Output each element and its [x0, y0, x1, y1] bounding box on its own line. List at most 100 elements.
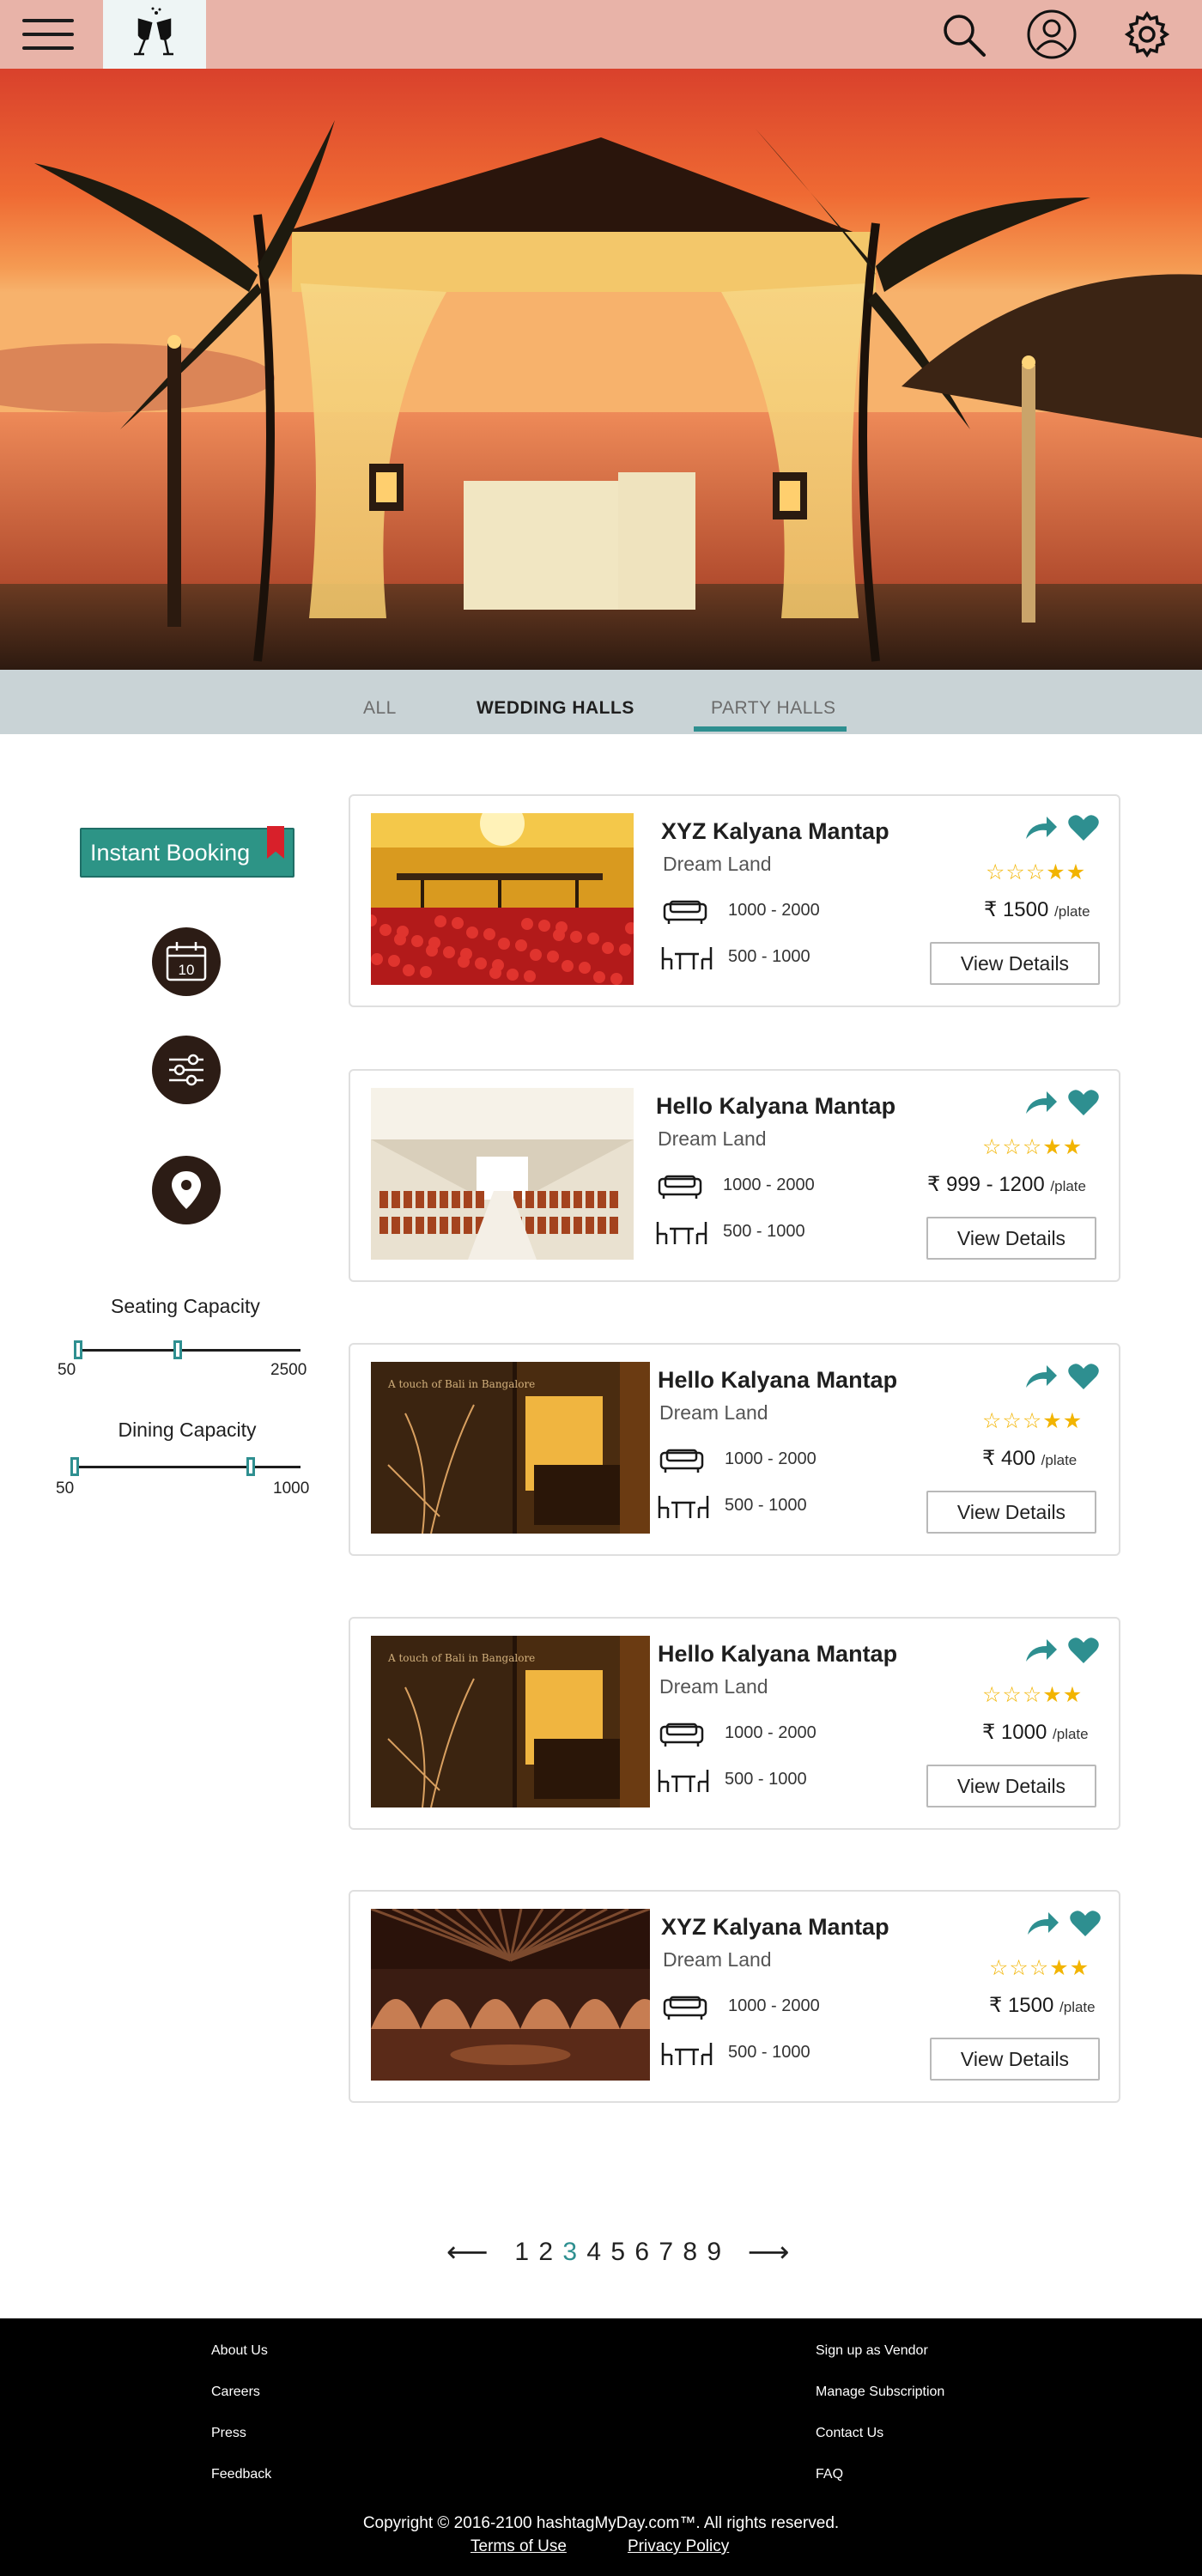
footer-link-feedback[interactable]: Feedback	[211, 2467, 271, 2482]
seating-capacity-value: 1000 - 2000	[725, 1723, 817, 1742]
venue-thumbnail-image[interactable]	[371, 813, 634, 985]
terms-of-use-link[interactable]: Terms of Use	[470, 2537, 567, 2556]
location-pin-icon[interactable]	[152, 1156, 221, 1224]
page-9[interactable]: 9	[707, 2238, 722, 2267]
share-icon[interactable]	[1024, 1637, 1059, 1665]
tab-party-halls[interactable]: PARTY HALLS	[711, 670, 836, 734]
heart-favorite-icon[interactable]	[1067, 813, 1100, 844]
dining-slider-min-handle[interactable]	[70, 1457, 79, 1476]
top-bar	[0, 0, 1202, 69]
instant-booking-button[interactable]: Instant Booking	[80, 826, 294, 878]
share-icon[interactable]	[1024, 815, 1059, 842]
footer-link-vendor-signup[interactable]: Sign up as Vendor	[816, 2343, 928, 2359]
arrow-left-icon[interactable]: ⟵	[446, 2235, 489, 2269]
dining-table-icon	[656, 1220, 707, 1250]
venue-thumbnail-image[interactable]: A touch of Bali in Bangalore	[371, 1636, 650, 1807]
footer-link-faq[interactable]: FAQ	[816, 2467, 843, 2482]
venue-name[interactable]: XYZ Kalyana Mantap	[661, 1914, 889, 1941]
venue-name[interactable]: Hello Kalyana Mantap	[658, 1641, 897, 1668]
listing-card[interactable]: A touch of Bali in Bangalore Hello Kalya…	[349, 1343, 1120, 1556]
rupee-symbol: ₹	[927, 1173, 941, 1196]
price: ₹ 1500 /plate	[989, 1993, 1096, 2018]
calendar-icon[interactable]: 10	[152, 927, 221, 996]
venue-thumbnail-image[interactable]	[371, 1909, 650, 2081]
venue-name[interactable]: Hello Kalyana Mantap	[656, 1093, 895, 1120]
footer-link-contact[interactable]: Contact Us	[816, 2426, 883, 2441]
view-details-button[interactable]: View Details	[926, 1765, 1096, 1807]
star-outline-icon: ☆	[986, 860, 1006, 884]
gear-icon[interactable]	[1120, 7, 1175, 62]
price-unit: /plate	[1050, 1178, 1086, 1194]
seating-capacity-value: 1000 - 2000	[728, 901, 820, 920]
share-icon[interactable]	[1026, 1911, 1060, 1938]
tab-wedding-halls[interactable]: WEDDING HALLS	[477, 670, 634, 734]
seating-slider-max-handle[interactable]	[173, 1340, 182, 1359]
champagne-glasses-icon	[134, 7, 173, 56]
view-details-button[interactable]: View Details	[926, 1217, 1096, 1260]
dining-table-icon	[661, 2041, 713, 2071]
seating-slider-min-handle[interactable]	[74, 1340, 82, 1359]
star-outline-icon: ☆	[1022, 1683, 1043, 1707]
view-details-button[interactable]: View Details	[926, 1491, 1096, 1534]
search-icon[interactable]	[936, 7, 991, 62]
hero-banner-image	[0, 69, 1202, 670]
rating-stars: ☆☆☆★★	[982, 1408, 1083, 1434]
venue-name[interactable]: XYZ Kalyana Mantap	[661, 818, 889, 845]
privacy-policy-link[interactable]: Privacy Policy	[628, 2537, 729, 2556]
heart-favorite-icon[interactable]	[1069, 1909, 1102, 1940]
page-5[interactable]: 5	[610, 2238, 626, 2267]
page-8[interactable]: 8	[683, 2238, 698, 2267]
dining-slider-max-handle[interactable]	[246, 1457, 256, 1476]
heart-favorite-icon[interactable]	[1067, 1088, 1100, 1119]
footer-link-press[interactable]: Press	[211, 2426, 246, 2441]
price: ₹ 400 /plate	[982, 1446, 1077, 1471]
page-4[interactable]: 4	[586, 2238, 602, 2267]
page-1[interactable]: 1	[514, 2238, 530, 2267]
listing-card[interactable]: Hello Kalyana Mantap Dream Land 1000 - 2…	[349, 1069, 1120, 1282]
calendar-day: 10	[179, 962, 195, 978]
price-unit: /plate	[1059, 1999, 1096, 2015]
venue-name[interactable]: Hello Kalyana Mantap	[658, 1367, 897, 1394]
sofa-seating-icon	[661, 1995, 709, 2025]
footer-link-about[interactable]: About Us	[211, 2343, 268, 2359]
view-details-button[interactable]: View Details	[930, 2038, 1100, 2081]
star-outline-icon: ☆	[1022, 1135, 1043, 1159]
venue-location: Dream Land	[659, 1675, 768, 1698]
star-filled-icon: ★	[1042, 1135, 1063, 1159]
tab-all[interactable]: ALL	[363, 670, 397, 734]
instant-booking-label: Instant Booking	[90, 840, 251, 866]
listing-card[interactable]: XYZ Kalyana Mantap Dream Land 1000 - 200…	[349, 1890, 1120, 2103]
page-6[interactable]: 6	[634, 2238, 650, 2267]
star-filled-icon: ★	[1049, 1956, 1070, 1980]
share-icon[interactable]	[1024, 1090, 1059, 1117]
share-icon[interactable]	[1024, 1364, 1059, 1391]
price: ₹ 999 - 1200 /plate	[927, 1172, 1086, 1197]
seating-capacity-value: 1000 - 2000	[728, 1996, 820, 2015]
seating-slider-track	[76, 1349, 300, 1352]
arrow-right-icon[interactable]: ⟶	[748, 2235, 790, 2269]
footer-link-careers[interactable]: Careers	[211, 2385, 260, 2400]
rating-stars: ☆☆☆★★	[986, 860, 1086, 885]
filter-sliders-icon[interactable]	[152, 1036, 221, 1104]
footer-link-manage-subscription[interactable]: Manage Subscription	[816, 2385, 944, 2400]
hamburger-menu-icon[interactable]	[22, 19, 74, 50]
venue-thumbnail-image[interactable]: A touch of Bali in Bangalore	[371, 1362, 650, 1534]
view-details-button[interactable]: View Details	[930, 942, 1100, 985]
page-7[interactable]: 7	[659, 2238, 674, 2267]
page-2[interactable]: 2	[538, 2238, 554, 2267]
dining-capacity-value: 500 - 1000	[725, 1496, 807, 1515]
logo[interactable]	[103, 0, 206, 69]
star-outline-icon: ☆	[1002, 1683, 1023, 1707]
page-3[interactable]: 3	[562, 2238, 578, 2267]
star-filled-icon: ★	[1042, 1409, 1063, 1433]
listing-card[interactable]: A touch of Bali in Bangalore Hello Kalya…	[349, 1617, 1120, 1830]
heart-favorite-icon[interactable]	[1067, 1636, 1100, 1667]
star-outline-icon: ☆	[1029, 1956, 1050, 1980]
heart-favorite-icon[interactable]	[1067, 1362, 1100, 1393]
listing-card[interactable]: XYZ Kalyana Mantap Dream Land 1000 - 200…	[349, 794, 1120, 1007]
pagination: ⟵ 1 2 3 4 5 6 7 8 9 ⟶	[446, 2231, 790, 2274]
user-profile-icon[interactable]	[1024, 7, 1079, 62]
venue-thumbnail-image[interactable]	[371, 1088, 634, 1260]
price-unit: /plate	[1041, 1452, 1078, 1468]
dining-capacity-label: Dining Capacity	[118, 1419, 257, 1441]
